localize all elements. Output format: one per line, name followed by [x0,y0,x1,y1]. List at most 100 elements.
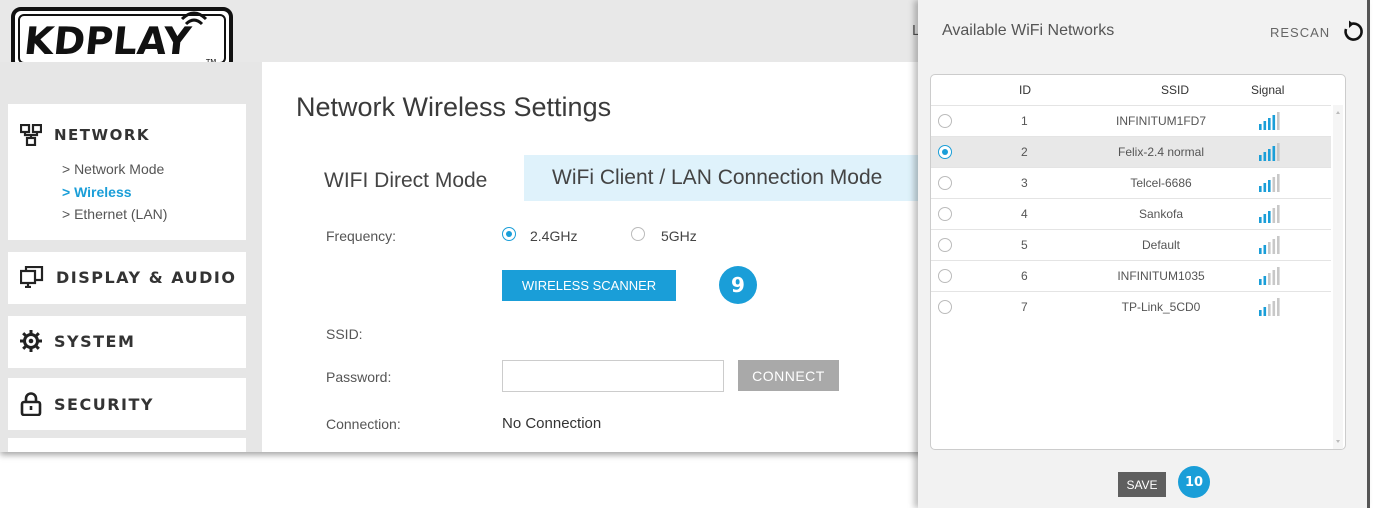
network-row[interactable]: 3 Telcel-6686 [931,167,1331,198]
network-ssid: Telcel-6686 [1130,176,1192,190]
signal-bar [1268,149,1271,161]
sidebar-item-network[interactable]: NETWORK [20,124,150,146]
password-label: Password: [326,369,392,385]
network-radio[interactable] [938,145,952,159]
signal-bar [1259,248,1262,254]
column-ssid: SSID [1161,83,1190,97]
network-ssid: INFINITUM1035 [1117,269,1205,283]
tab-wifi-direct-label: WIFI Direct Mode [324,169,488,192]
radio-2-4ghz[interactable] [502,227,516,241]
network-id: 6 [1021,269,1028,283]
connection-status: No Connection [502,415,602,432]
signal-bar [1277,174,1280,192]
main-window: KDPLAY TM L NETWORK > Network Mode > Wir… [0,0,930,452]
network-radio[interactable] [938,176,952,190]
signal-bar [1259,279,1262,285]
page-title: Network Wireless Settings [296,92,612,122]
scroll-arrows [1336,111,1340,443]
signal-strength-icon [1259,236,1280,254]
network-id: 2 [1021,145,1028,159]
password-input[interactable] [502,360,724,392]
network-id: 4 [1021,207,1028,221]
signal-strength-icon [1259,205,1280,223]
sidebar-system-label: SYSTEM [54,331,136,351]
signal-bar [1272,177,1276,192]
lock-icon [20,392,42,416]
wireless-scanner-button[interactable]: WIRELESS SCANNER [502,270,676,301]
network-radio[interactable] [938,300,952,314]
sidebar: NETWORK > Network Mode > Wireless > Ethe… [0,62,262,452]
network-ssid: Sankofa [1138,207,1184,221]
rescan-button[interactable]: RESCAN [1270,25,1330,40]
signal-bar [1268,304,1271,316]
network-id: 3 [1021,176,1028,190]
radio-5ghz[interactable] [631,227,645,241]
signal-strength-icon [1259,143,1280,161]
signal-bar [1263,276,1267,285]
sidebar-display-label: DISPLAY & AUDIO [56,267,237,287]
signal-bar [1277,112,1280,130]
signal-strength-icon [1259,112,1280,130]
sidebar-item-more[interactable] [8,438,246,452]
radio-5ghz-label: 5GHz [661,228,697,244]
signal-bar [1277,205,1280,223]
network-radio[interactable] [938,114,952,128]
network-icon [20,124,42,146]
tab-wifi-client[interactable]: WiFi Client / LAN Connection Mode [552,166,882,190]
network-id: 1 [1021,114,1028,128]
column-signal: Signal [1251,83,1285,97]
signal-bar [1272,208,1276,223]
connection-label: Connection: [326,416,401,432]
network-row[interactable]: 4 Sankofa [931,198,1331,229]
network-row[interactable]: 5 Default [931,229,1331,260]
signal-bar [1259,124,1262,130]
list-scrollbar[interactable] [1333,105,1343,449]
network-list-header: ID SSID Signal [931,75,1345,105]
sidebar-item-display-audio[interactable]: DISPLAY & AUDIO [8,252,246,304]
frequency-label: Frequency: [326,228,397,244]
sidebar-item-security[interactable]: SECURITY [8,378,246,430]
network-row[interactable]: 1 INFINITUM1FD7 [931,105,1331,136]
network-radio[interactable] [938,207,952,221]
signal-bar [1272,146,1276,161]
signal-bar [1263,307,1267,316]
radio-2-4ghz-label: 2.4GHz [530,228,578,244]
signal-bar [1268,180,1271,192]
network-row[interactable]: 2 Felix-2.4 normal [931,136,1331,167]
refresh-icon[interactable] [1340,20,1364,44]
signal-bar [1268,242,1271,254]
signal-bar [1268,211,1271,223]
signal-strength-icon [1259,298,1280,316]
tab-wifi-direct[interactable]: WIFI Direct Mode [298,155,524,201]
network-list: ID SSID Signal 1 INFINITUM1FD7 2 Felix-2.4 … [930,74,1346,450]
wifi-panel-title: Available WiFi Networks [942,22,1115,39]
sidebar-item-wireless[interactable]: > Wireless [62,184,132,200]
network-row[interactable]: 6 INFINITUM1035 [931,260,1331,291]
wifi-networks-panel: Available WiFi Networks RESCAN ID SSID S… [918,0,1370,508]
signal-bar [1259,217,1262,223]
signal-bar [1272,301,1276,316]
sidebar-item-ethernet[interactable]: > Ethernet (LAN) [62,206,167,222]
network-ssid: TP-Link_5CD0 [1121,300,1201,314]
signal-bar [1272,239,1276,254]
signal-bar [1259,310,1262,316]
signal-strength-icon [1259,267,1280,285]
signal-bar [1277,236,1280,254]
sidebar-item-system[interactable]: SYSTEM [8,316,246,368]
network-row[interactable]: 7 TP-Link_5CD0 [931,291,1331,322]
network-id: 7 [1021,300,1028,314]
sidebar-item-network-mode[interactable]: > Network Mode [62,161,164,177]
connect-button[interactable]: CONNECT [738,360,839,391]
step-badge-9: 9 [719,266,757,304]
signal-bar [1263,121,1267,130]
signal-bar [1268,273,1271,285]
step-badge-10: 10 [1178,466,1210,498]
signal-bar [1277,267,1280,285]
signal-bar [1259,186,1262,192]
network-radio[interactable] [938,238,952,252]
network-radio[interactable] [938,269,952,283]
signal-bar [1277,143,1280,161]
save-button[interactable]: SAVE [1118,472,1166,497]
column-id: ID [1019,83,1031,97]
signal-bar [1272,115,1276,130]
